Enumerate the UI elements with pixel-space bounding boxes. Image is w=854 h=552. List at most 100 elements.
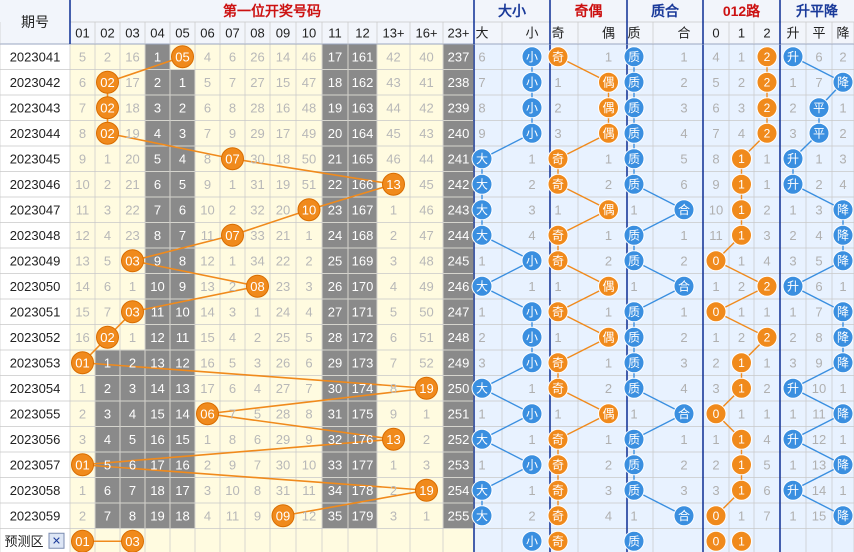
gray-cell-value: 26 xyxy=(328,279,342,294)
mod-ball-label: 1 xyxy=(738,228,745,242)
miss-count: 1 xyxy=(104,151,111,166)
miss-count: 1 xyxy=(229,177,236,192)
trend-miss-count: 6 xyxy=(815,49,822,64)
period-header: 期号 xyxy=(21,14,49,30)
miss-count: 7 xyxy=(204,126,211,141)
miss-count: 2 xyxy=(305,253,312,268)
period-cell: 2023043 xyxy=(10,100,61,115)
miss-count: 52 xyxy=(419,355,433,370)
trend-ball-label: 升 xyxy=(787,432,799,446)
size-miss-count: 1 xyxy=(528,432,535,447)
miss-count: 3 xyxy=(79,432,86,447)
miss-count: 20 xyxy=(276,202,290,217)
size-column-header: 大 xyxy=(475,26,488,41)
trend-ball-label: 升 xyxy=(787,152,799,166)
size-miss-count: 6 xyxy=(478,49,485,64)
winning-ball-label: 01 xyxy=(75,457,89,472)
miss-count: 47 xyxy=(419,228,433,243)
miss-count: 27 xyxy=(250,75,264,90)
gray-cell-value: 243 xyxy=(448,202,470,217)
size-ball-label: 小 xyxy=(526,356,538,370)
gray-cell-value: 19 xyxy=(328,100,342,115)
mod-miss-count: 1 xyxy=(738,406,745,421)
mod-column-header: 2 xyxy=(763,26,770,41)
prime-miss-count: 3 xyxy=(680,355,687,370)
gray-cell-value: 18 xyxy=(150,483,164,498)
size-column-header: 小 xyxy=(525,26,538,41)
miss-count: 1 xyxy=(204,432,211,447)
gray-cell-value: 253 xyxy=(448,457,470,472)
parity-miss-count: 2 xyxy=(605,381,612,396)
miss-count: 1 xyxy=(129,330,136,345)
winning-ball-label: 02 xyxy=(100,75,114,90)
miss-count: 30 xyxy=(276,457,290,472)
mod-miss-count: 1 xyxy=(738,508,745,523)
prime-ball-label: 质 xyxy=(628,356,640,370)
miss-count: 1 xyxy=(229,253,236,268)
mod-ball-label: 0 xyxy=(713,305,720,319)
gray-cell-value: 239 xyxy=(448,100,470,115)
trend-miss-count: 1 xyxy=(839,100,846,115)
miss-count: 24 xyxy=(276,304,290,319)
prime-miss-count: 2 xyxy=(680,75,687,90)
miss-count: 8 xyxy=(204,151,211,166)
winning-ball-label: 03 xyxy=(125,253,139,268)
number-column-header: 03 xyxy=(125,26,139,41)
gray-cell-value: 8 xyxy=(154,228,161,243)
miss-count: 12 xyxy=(302,508,316,523)
number-column-header: 02 xyxy=(100,26,114,41)
prime-ball-label: 质 xyxy=(628,75,640,89)
period-cell: 2023048 xyxy=(10,228,61,243)
miss-count: 1 xyxy=(423,508,430,523)
mod-miss-count: 7 xyxy=(763,508,770,523)
gray-cell-value: 30 xyxy=(328,381,342,396)
trend-miss-count: 2 xyxy=(839,126,846,141)
trend-group-title: 升平降 xyxy=(796,3,839,19)
miss-count: 18 xyxy=(276,151,290,166)
mod-miss-count: 1 xyxy=(763,304,770,319)
gray-cell-value: 25 xyxy=(328,253,342,268)
gray-cell-value: 23 xyxy=(328,202,342,217)
mod-ball-label: 1 xyxy=(738,432,745,446)
miss-count: 42 xyxy=(419,100,433,115)
miss-count: 2 xyxy=(229,279,236,294)
mod-miss-count: 10 xyxy=(709,202,723,217)
miss-count: 5 xyxy=(204,75,211,90)
number-column-header: 09 xyxy=(276,26,290,41)
miss-count: 4 xyxy=(305,304,312,319)
miss-count: 1 xyxy=(79,381,86,396)
gray-cell-value: 241 xyxy=(448,151,470,166)
parity-column-header: 奇 xyxy=(551,26,564,41)
miss-count: 3 xyxy=(423,457,430,472)
miss-count: 2 xyxy=(104,177,111,192)
parity-miss-count: 1 xyxy=(605,432,612,447)
parity-miss-count: 1 xyxy=(554,330,561,345)
close-icon: ✕ xyxy=(52,535,61,547)
gray-cell-value: 3 xyxy=(179,126,186,141)
trend-column-header: 降 xyxy=(836,26,849,41)
size-ball-label: 小 xyxy=(526,458,538,472)
mod-miss-count: 6 xyxy=(712,100,719,115)
miss-count: 29 xyxy=(276,432,290,447)
mod-ball-label: 2 xyxy=(764,279,771,293)
prime-ball-label: 质 xyxy=(628,330,640,344)
period-cell: 2023058 xyxy=(10,483,61,498)
prime-ball-label: 质 xyxy=(628,126,640,140)
miss-count: 9 xyxy=(254,508,261,523)
number-column-header: 10 xyxy=(302,26,316,41)
mod-ball-label: 1 xyxy=(738,458,745,472)
miss-count: 4 xyxy=(104,228,111,243)
trend-miss-count: 12 xyxy=(812,432,826,447)
miss-count: 7 xyxy=(390,355,397,370)
gray-cell-value: 255 xyxy=(448,508,470,523)
miss-count: 3 xyxy=(229,304,236,319)
size-ball-label: 大 xyxy=(476,177,488,191)
gray-cell-value: 2 xyxy=(154,75,161,90)
predict-mod-ball-label: 1 xyxy=(738,534,745,548)
miss-count: 8 xyxy=(390,381,397,396)
gray-cell-value: 34 xyxy=(328,483,342,498)
trend-ball-label: 降 xyxy=(837,407,849,421)
trend-ball-label: 降 xyxy=(837,254,849,268)
prime-miss-count: 1 xyxy=(630,406,637,421)
miss-count: 12 xyxy=(200,253,214,268)
